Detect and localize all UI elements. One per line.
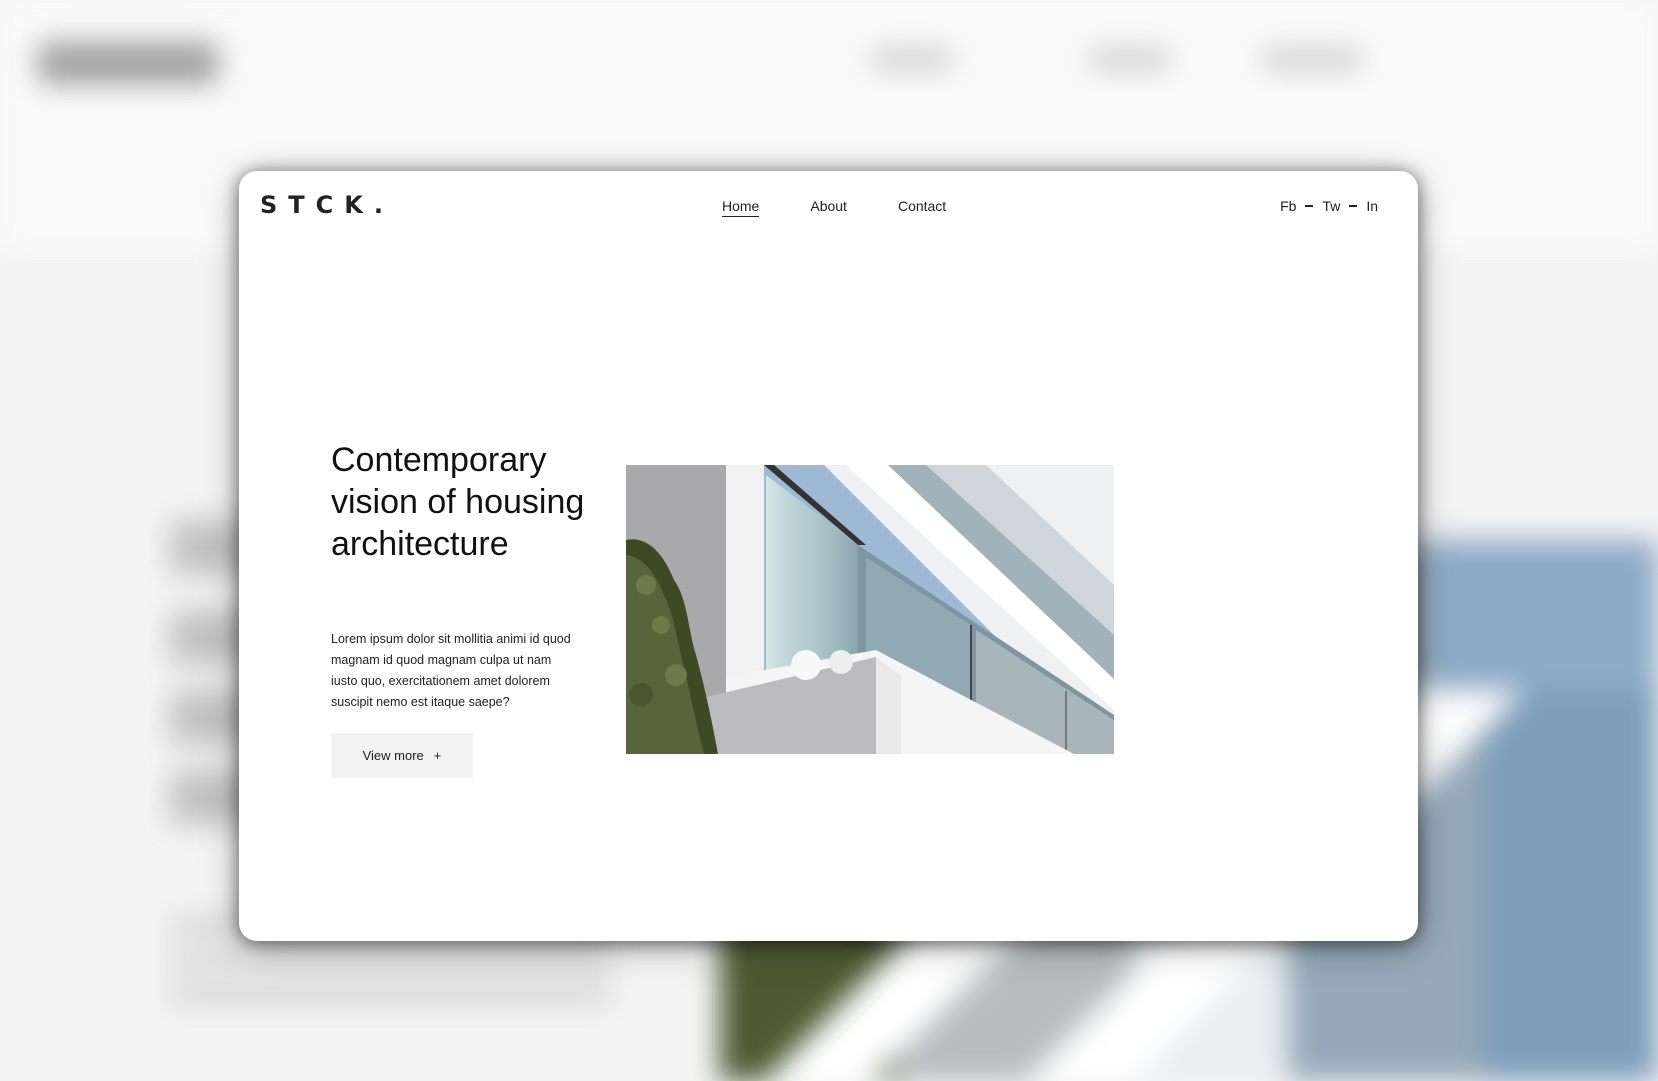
page-card: STCK. Home About Contact Fb Tw In Contem… <box>239 171 1418 941</box>
social-separator <box>1305 205 1314 207</box>
view-more-label: View more <box>362 748 424 763</box>
view-more-button[interactable]: View more + <box>331 733 473 778</box>
building-photo-illustration <box>626 465 1114 754</box>
nav-about[interactable]: About <box>810 198 847 217</box>
hero-image <box>626 465 1114 754</box>
main-nav: Home About Contact <box>722 198 997 217</box>
hero-title: Contemporary vision of housing architect… <box>331 441 585 563</box>
blurred-logo <box>38 42 218 84</box>
nav-contact[interactable]: Contact <box>898 198 946 217</box>
blurred-nav-item <box>1262 48 1362 70</box>
social-separator <box>1349 205 1358 207</box>
site-logo[interactable]: STCK. <box>260 191 394 219</box>
social-linkedin-link[interactable]: In <box>1366 198 1378 214</box>
plus-icon: + <box>433 748 442 763</box>
hero-description: Lorem ipsum dolor sit mollitia animi id … <box>331 632 571 709</box>
blurred-nav-item <box>1090 48 1170 70</box>
social-twitter-link[interactable]: Tw <box>1322 198 1340 214</box>
blurred-nav-item <box>872 48 952 70</box>
blurred-sky <box>1430 540 1658 690</box>
social-facebook-link[interactable]: Fb <box>1280 198 1296 214</box>
nav-home[interactable]: Home <box>722 198 760 217</box>
social-links: Fb Tw In <box>1280 198 1378 214</box>
